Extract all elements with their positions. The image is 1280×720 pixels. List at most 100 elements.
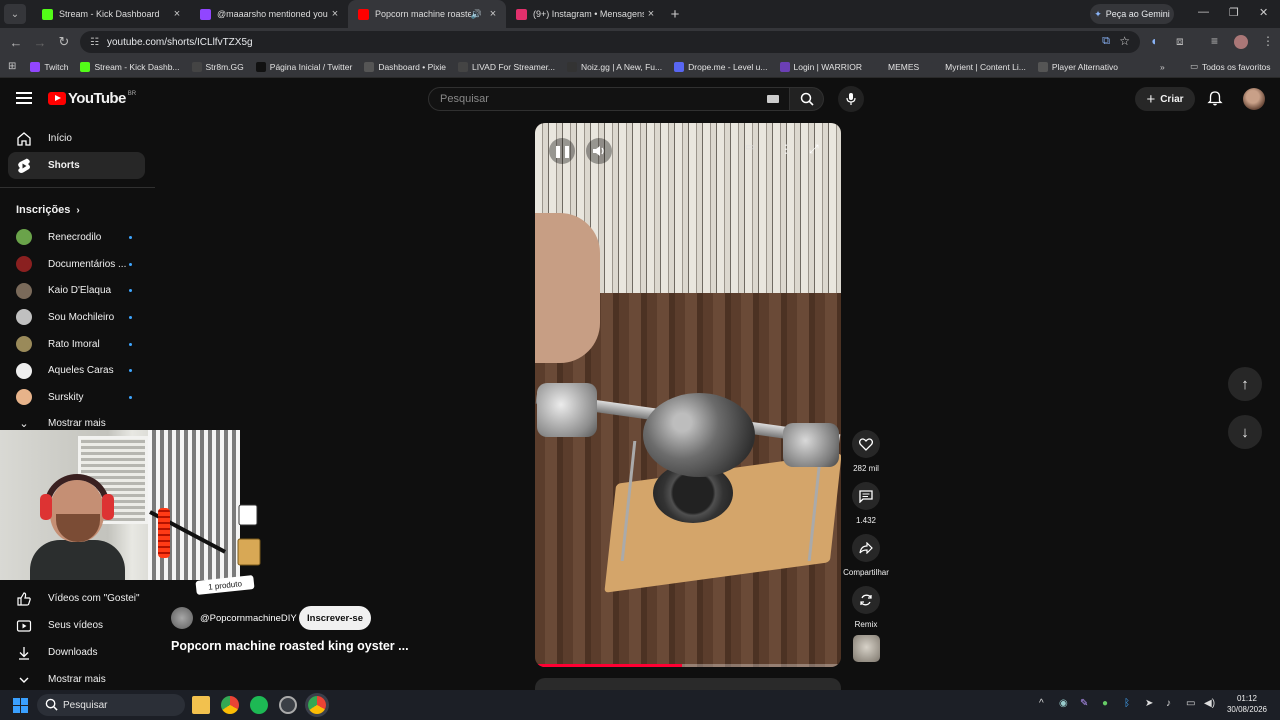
browser-tab[interactable]: Stream - Kick Dashboard ×: [32, 0, 190, 28]
keyboard-icon[interactable]: [767, 95, 779, 103]
more-options-icon[interactable]: ⋮: [780, 142, 792, 156]
channel-avatar[interactable]: [171, 607, 193, 629]
captions-icon[interactable]: ▭: [745, 142, 754, 153]
video-title[interactable]: Popcorn machine roasted king oyster ...: [171, 639, 409, 653]
comments-button[interactable]: [852, 482, 880, 510]
subscriptions-header[interactable]: Inscrições ›: [0, 196, 155, 224]
shorts-video-player[interactable]: ❚❚ ▭ ⋮ ⤢: [535, 123, 841, 667]
share-action[interactable]: Compartilhar: [843, 534, 889, 577]
fullscreen-icon[interactable]: ⤢: [809, 142, 819, 157]
tab-search-button[interactable]: ⌄: [4, 4, 26, 24]
volume-button[interactable]: [586, 138, 612, 164]
bookmark-item[interactable]: Stream - Kick Dashb...: [80, 61, 180, 72]
pen-icon[interactable]: ✎: [1080, 698, 1088, 709]
volume-tray-icon[interactable]: ◀): [1204, 698, 1215, 709]
close-tab-icon[interactable]: ×: [170, 8, 184, 20]
remix-action[interactable]: Remix: [843, 586, 889, 629]
next-short-preview[interactable]: [535, 678, 841, 690]
network-icon[interactable]: ▭: [1186, 698, 1195, 709]
bookmark-item[interactable]: Noiz.gg | A New, Fu...: [567, 61, 662, 72]
browser-tab[interactable]: (9+) Instagram • Mensagens ×: [506, 0, 664, 28]
cursor-icon[interactable]: ➤: [1145, 698, 1153, 709]
file-explorer-icon[interactable]: [192, 696, 210, 714]
taskbar-search[interactable]: Pesquisar: [37, 694, 185, 716]
app-tray-icon[interactable]: ●: [1102, 698, 1108, 709]
spotify-icon[interactable]: [250, 696, 268, 714]
subscription-item[interactable]: Surskity: [0, 384, 155, 411]
like-action[interactable]: 282 mil: [843, 430, 889, 473]
like-button[interactable]: [852, 430, 880, 458]
voice-search-button[interactable]: [838, 86, 864, 112]
bookmark-item[interactable]: MEMES: [874, 61, 919, 72]
taskbar-clock[interactable]: 01:12 30/08/2026: [1222, 693, 1272, 715]
forward-icon[interactable]: →: [28, 35, 52, 50]
more-bookmarks-icon[interactable]: »: [1160, 62, 1165, 72]
sidebar-you-item[interactable]: Vídeos com "Gostei": [0, 585, 155, 612]
mic-tray-icon[interactable]: ♪: [1166, 698, 1171, 709]
pause-button[interactable]: ❚❚: [549, 138, 575, 164]
address-bar[interactable]: ☷ youtube.com/shorts/ICLlfvTZX5g ⧉ ☆: [80, 31, 1140, 53]
sidebar-item-shorts[interactable]: Shorts: [8, 152, 145, 179]
reload-icon[interactable]: ↻: [52, 34, 76, 50]
obs-icon[interactable]: [279, 696, 297, 714]
bookmark-item[interactable]: Str8m.GG: [191, 61, 244, 72]
next-short-button[interactable]: ↓: [1228, 415, 1262, 449]
minimize-button[interactable]: —: [1198, 6, 1209, 18]
create-button[interactable]: + Criar: [1135, 87, 1195, 111]
chrome-icon[interactable]: [221, 696, 239, 714]
menu-icon[interactable]: [16, 92, 32, 104]
subscription-item[interactable]: Documentários ...: [0, 251, 155, 278]
comments-action[interactable]: 1.432: [843, 482, 889, 525]
browser-tab[interactable]: @maaarsho mentioned you ×: [190, 0, 348, 28]
subscription-item[interactable]: Aqueles Caras: [0, 357, 155, 384]
translate-icon[interactable]: ⧉: [1102, 35, 1110, 48]
browser-tab[interactable]: Popcorn machine roasted k🔊 ×: [348, 0, 506, 28]
bookmark-item[interactable]: Login | WARRIOR: [779, 61, 862, 72]
notifications-button[interactable]: [1207, 90, 1223, 111]
subscription-item[interactable]: Renecrodilo: [0, 224, 155, 251]
remix-button[interactable]: [852, 586, 880, 614]
user-avatar[interactable]: [1243, 88, 1265, 110]
close-tab-icon[interactable]: ×: [486, 8, 500, 20]
product-bag-icon[interactable]: [236, 497, 262, 567]
sidebar-you-item[interactable]: Downloads: [0, 639, 155, 666]
close-window-button[interactable]: ✕: [1259, 6, 1268, 19]
subscription-item[interactable]: Sou Mochileiro: [0, 304, 155, 331]
bookmark-item[interactable]: Myrient | Content Li...: [931, 61, 1026, 72]
windows-start-icon[interactable]: [13, 698, 28, 713]
extensions-puzzle-icon[interactable]: ⧈: [1176, 34, 1184, 49]
sidebar-you-item[interactable]: Seus vídeos: [0, 612, 155, 639]
sidebar-you-item[interactable]: Mostrar mais: [0, 666, 155, 693]
share-button[interactable]: [852, 534, 880, 562]
bookmark-item[interactable]: Drope.me - Level u...: [674, 61, 768, 72]
close-tab-icon[interactable]: ×: [328, 8, 342, 20]
close-tab-icon[interactable]: ×: [644, 8, 658, 20]
youtube-logo[interactable]: YouTube BR: [48, 90, 136, 107]
back-icon[interactable]: ←: [4, 35, 28, 50]
search-input[interactable]: Pesquisar: [428, 87, 790, 111]
sidebar-item-home[interactable]: Início: [0, 125, 155, 152]
bookmark-item[interactable]: Player Alternativo: [1037, 61, 1118, 72]
site-info-icon[interactable]: ☷: [90, 37, 99, 48]
subscription-item[interactable]: Rato Imoral: [0, 331, 155, 358]
chrome-active-icon[interactable]: [308, 696, 326, 714]
new-tab-button[interactable]: +: [664, 6, 686, 23]
tab-audio-icon[interactable]: 🔊: [471, 9, 482, 20]
restore-button[interactable]: ❐: [1229, 6, 1239, 19]
search-button[interactable]: [790, 87, 824, 111]
all-bookmarks[interactable]: ▭ Todos os favoritos: [1190, 61, 1271, 72]
bluetooth-icon[interactable]: ᛒ: [1124, 698, 1130, 709]
sound-thumbnail[interactable]: [853, 635, 880, 662]
steam-icon[interactable]: ◉: [1059, 698, 1068, 709]
bookmark-star-icon[interactable]: ☆: [1119, 34, 1130, 48]
tab-media-icon[interactable]: ≡: [1211, 34, 1218, 48]
channel-name[interactable]: @PopcornmachineDIY: [200, 613, 297, 624]
profile-avatar[interactable]: [1234, 35, 1248, 49]
gemini-button[interactable]: ✦ Peça ao Gemini: [1090, 4, 1174, 24]
subscription-item[interactable]: Kaio D'Elaqua: [0, 277, 155, 304]
previous-short-button[interactable]: ↑: [1228, 367, 1262, 401]
bookmark-item[interactable]: Dashboard • Pixie: [364, 61, 446, 72]
bookmark-item[interactable]: Página Inicial / Twitter: [255, 61, 352, 72]
tray-overflow-icon[interactable]: ^: [1039, 698, 1044, 709]
video-progress-bar[interactable]: [535, 664, 841, 667]
